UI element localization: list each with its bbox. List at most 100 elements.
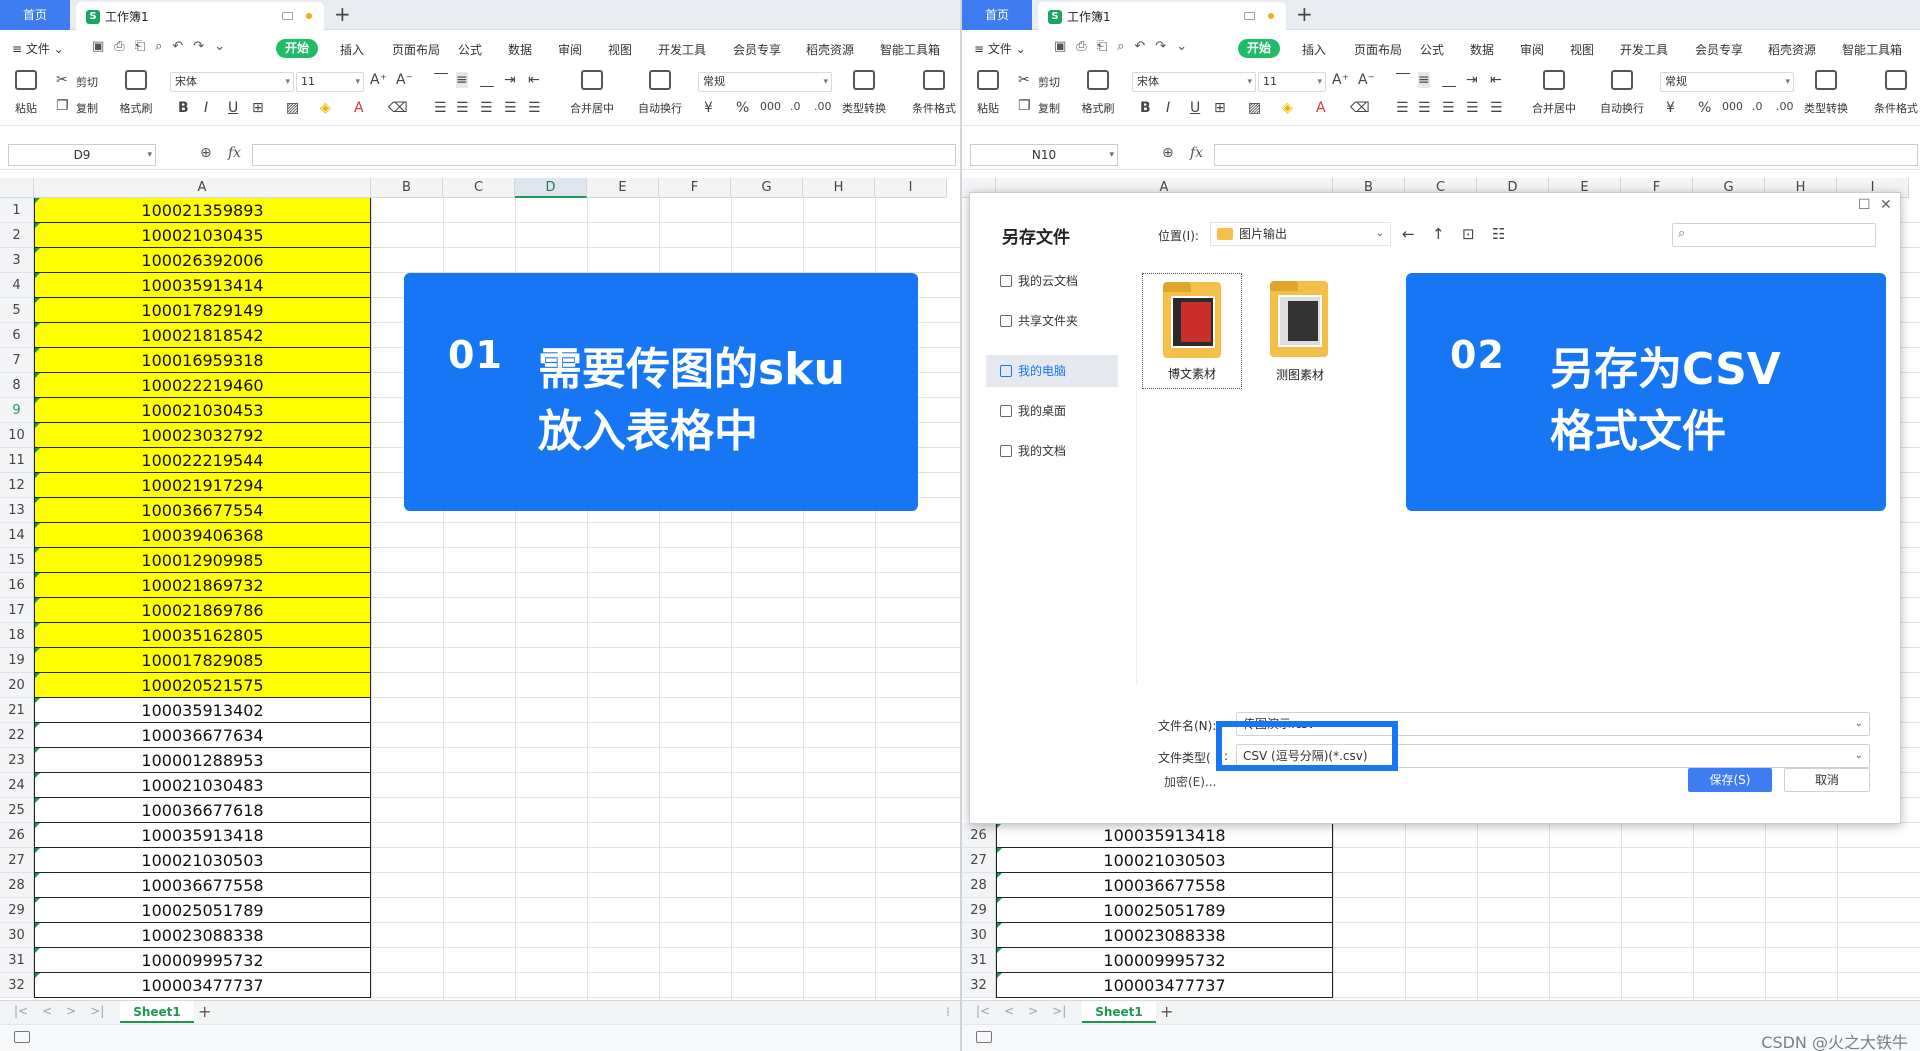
- eraser-icon[interactable]: ⌫: [388, 100, 408, 116]
- row-header[interactable]: 28: [0, 873, 34, 898]
- chevron-down-icon[interactable]: ⌄: [1176, 39, 1187, 54]
- align-top-icon[interactable]: ⎺: [1396, 72, 1410, 88]
- copy-label[interactable]: 复制: [1038, 100, 1060, 116]
- row-header[interactable]: 30: [962, 923, 996, 948]
- sheet-tab-sheet1[interactable]: Sheet1: [1082, 1001, 1156, 1023]
- up-arrow-icon[interactable]: ↑: [1432, 225, 1445, 243]
- table-cell[interactable]: 100023088338: [996, 923, 1333, 948]
- row-header[interactable]: 31: [962, 948, 996, 973]
- outdent-icon[interactable]: ⇤: [528, 72, 540, 88]
- row-header[interactable]: 27: [0, 848, 34, 873]
- row-header[interactable]: 32: [962, 973, 996, 998]
- type-convert-button[interactable]: 类型转换: [834, 70, 894, 116]
- table-cell[interactable]: 100022219544: [34, 448, 371, 473]
- row-header[interactable]: 6: [0, 323, 34, 348]
- increase-decimal-icon[interactable]: .0: [1752, 100, 1763, 113]
- menu-review[interactable]: 审阅: [558, 41, 582, 58]
- wrap-text-button[interactable]: 自动换行: [1592, 70, 1652, 116]
- table-cell[interactable]: 100017829149: [34, 298, 371, 323]
- row-header[interactable]: 28: [962, 873, 996, 898]
- menu-docer[interactable]: 稻壳资源: [806, 41, 854, 58]
- row-header[interactable]: 19: [0, 648, 34, 673]
- distribute-icon[interactable]: ☰: [528, 100, 541, 116]
- maximize-icon[interactable]: ☐: [1858, 197, 1871, 213]
- new-folder-icon[interactable]: ⊡: [1462, 225, 1475, 243]
- table-cell[interactable]: 100026392006: [34, 248, 371, 273]
- save-icon[interactable]: ▣: [92, 39, 104, 54]
- tab-workbook[interactable]: S 工作簿1: [76, 2, 324, 30]
- row-header[interactable]: 20: [0, 673, 34, 698]
- redo-icon[interactable]: ↷: [1155, 39, 1166, 54]
- tab-workbook[interactable]: S 工作簿1: [1038, 2, 1286, 30]
- row-header[interactable]: 7: [0, 348, 34, 373]
- preview-icon[interactable]: ⌕: [155, 39, 162, 54]
- sidebar-item-cloud-docs[interactable]: 我的云文档: [986, 265, 1118, 297]
- outdent-icon[interactable]: ⇤: [1490, 72, 1502, 88]
- row-header[interactable]: 18: [0, 623, 34, 648]
- row-header[interactable]: 31: [0, 948, 34, 973]
- table-cell[interactable]: 100022219460: [34, 373, 371, 398]
- cut-label[interactable]: 剪切: [76, 74, 98, 90]
- row-header[interactable]: 15: [0, 548, 34, 573]
- decrease-decimal-icon[interactable]: .00: [1776, 100, 1794, 113]
- row-header[interactable]: 22: [0, 723, 34, 748]
- eraser-icon[interactable]: ⌫: [1350, 100, 1370, 116]
- merge-center-button[interactable]: 合并居中: [1524, 70, 1584, 116]
- menu-member[interactable]: 会员专享: [1695, 41, 1743, 58]
- cut-label[interactable]: 剪切: [1038, 74, 1060, 90]
- menu-toolbox[interactable]: 智能工具箱: [880, 41, 940, 58]
- copy-icon[interactable]: ❐: [1018, 98, 1031, 114]
- menu-member[interactable]: 会员专享: [733, 41, 781, 58]
- table-cell[interactable]: 100023032792: [34, 423, 371, 448]
- align-top-icon[interactable]: ⎺: [434, 72, 448, 88]
- export-icon[interactable]: ⎙: [114, 39, 124, 54]
- grow-font-icon[interactable]: A⁺: [1332, 72, 1349, 88]
- column-header[interactable]: E: [587, 178, 659, 198]
- select-all-corner[interactable]: [0, 178, 34, 198]
- percent-icon[interactable]: %: [1698, 100, 1711, 116]
- shrink-font-icon[interactable]: A⁻: [396, 72, 413, 88]
- formula-input[interactable]: [1214, 144, 1918, 166]
- font-select[interactable]: 宋体 ▾: [1132, 72, 1256, 92]
- splitter-icon[interactable]: ⁞: [946, 1005, 950, 1019]
- indent-icon[interactable]: ⇥: [504, 72, 516, 88]
- print-icon[interactable]: ⎗: [135, 39, 145, 54]
- menu-data[interactable]: 数据: [508, 41, 532, 58]
- row-header[interactable]: 24: [0, 773, 34, 798]
- folder-item[interactable]: 博文素材: [1142, 273, 1242, 389]
- decrease-decimal-icon[interactable]: .00: [814, 100, 832, 113]
- status-icon[interactable]: [976, 1031, 992, 1043]
- table-cell[interactable]: 100009995732: [996, 948, 1333, 973]
- table-cell[interactable]: 100021359893: [34, 198, 371, 223]
- table-cell[interactable]: 100009995732: [34, 948, 371, 973]
- name-box[interactable]: N10 ▾: [970, 144, 1118, 166]
- table-cell[interactable]: 100003477737: [34, 973, 371, 998]
- row-header[interactable]: 29: [962, 898, 996, 923]
- table-cell[interactable]: 100021030503: [996, 848, 1333, 873]
- table-cell[interactable]: 100023088338: [34, 923, 371, 948]
- format-painter-button[interactable]: 格式刷: [1078, 70, 1118, 116]
- table-cell[interactable]: 100039406368: [34, 523, 371, 548]
- add-sheet-button[interactable]: +: [198, 1002, 211, 1021]
- table-cell[interactable]: 100036677618: [34, 798, 371, 823]
- align-right-icon[interactable]: ☰: [1442, 100, 1455, 116]
- currency-icon[interactable]: ¥: [704, 100, 713, 116]
- font-color-icon[interactable]: A: [1316, 100, 1326, 116]
- font-size-select[interactable]: 11 ▾: [1258, 72, 1326, 92]
- column-header[interactable]: B: [371, 178, 443, 198]
- fill-color-icon[interactable]: ◈: [320, 100, 331, 116]
- start-tab[interactable]: 开始: [276, 39, 318, 58]
- undo-icon[interactable]: ↶: [172, 39, 183, 54]
- align-center-icon[interactable]: ☰: [456, 100, 469, 116]
- row-header[interactable]: 29: [0, 898, 34, 923]
- paste-button[interactable]: 粘贴: [968, 70, 1008, 116]
- table-cell[interactable]: 100025051789: [996, 898, 1333, 923]
- name-box[interactable]: D9 ▾: [8, 144, 156, 166]
- row-header[interactable]: 16: [0, 573, 34, 598]
- row-header[interactable]: 12: [0, 473, 34, 498]
- sheet-tab-sheet1[interactable]: Sheet1: [120, 1001, 194, 1023]
- column-header[interactable]: G: [731, 178, 803, 198]
- row-header[interactable]: 10: [0, 423, 34, 448]
- font-select[interactable]: 宋体 ▾: [170, 72, 294, 92]
- zoom-icon[interactable]: ⊕: [1162, 145, 1174, 161]
